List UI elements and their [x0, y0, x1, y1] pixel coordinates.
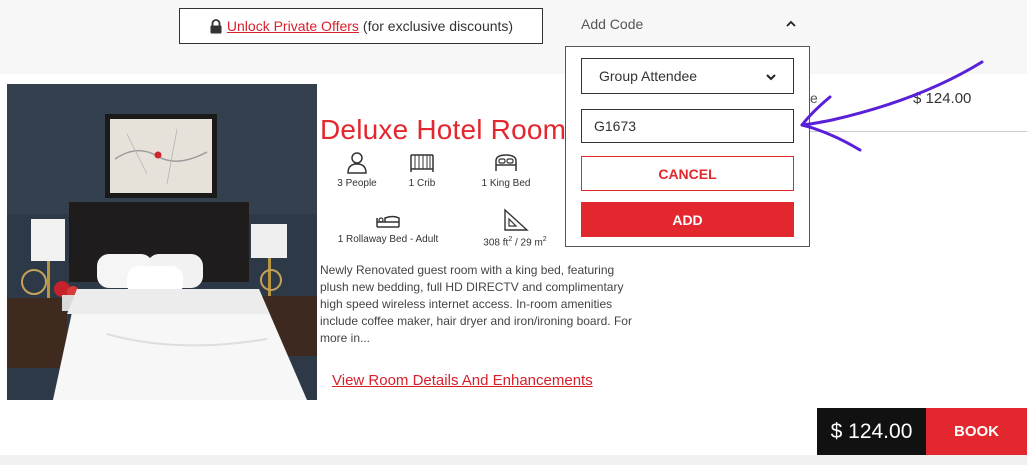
total-price: $ 124.00: [817, 408, 926, 455]
rate-divider: [808, 131, 1027, 132]
unlock-private-offers-link[interactable]: Unlock Private Offers: [227, 18, 359, 34]
amenity-label-sup: 2: [542, 236, 547, 243]
rate-price: $ 124.00: [913, 90, 972, 107]
amenity-label: 1 Crib: [408, 178, 436, 189]
add-code-panel: Group Attendee CANCEL ADD: [565, 46, 810, 247]
person-icon: [347, 152, 367, 174]
view-room-details-link[interactable]: View Room Details And Enhancements: [332, 372, 593, 389]
amenity-rollaway: 1 Rollaway Bed - Adult: [328, 210, 448, 245]
rate-name[interactable]: e: [810, 90, 818, 106]
crib-icon: [410, 154, 434, 172]
lock-icon: [210, 18, 222, 33]
room-size-icon: [504, 208, 529, 231]
amenity-bed: 1 King Bed: [478, 152, 534, 189]
add-code-toggle[interactable]: Add Code: [581, 16, 801, 38]
amenity-crib: 1 Crib: [402, 152, 442, 189]
promo-code-input[interactable]: [581, 109, 794, 143]
add-code-button[interactable]: ADD: [581, 202, 794, 237]
amenity-label: 3 People: [337, 178, 377, 189]
room-title[interactable]: Deluxe Hotel Room: [320, 114, 566, 146]
amenity-occupancy: 3 People: [331, 152, 383, 189]
code-type-value: Group Attendee: [599, 68, 698, 84]
room-photo-image: [7, 84, 317, 400]
amenity-label: / 29 m: [512, 237, 543, 249]
amenity-label: 1 Rollaway Bed - Adult: [337, 234, 439, 245]
code-type-select[interactable]: Group Attendee: [581, 58, 794, 94]
bed-icon: [495, 154, 517, 171]
amenity-room-size: 308 ft2 / 29 m2: [466, 208, 564, 248]
unlock-offers-box[interactable]: Unlock Private Offers (for exclusive dis…: [179, 8, 543, 44]
chevron-up-icon: [786, 20, 796, 27]
chevron-down-icon: [766, 74, 776, 81]
amenity-label: 308 ft: [483, 237, 509, 249]
amenity-label: 1 King Bed: [481, 178, 531, 189]
unlock-offers-note: (for exclusive discounts): [362, 18, 514, 34]
room-description: Newly Renovated guest room with a king b…: [320, 263, 632, 345]
cancel-button[interactable]: CANCEL: [581, 156, 794, 191]
room-photo[interactable]: [7, 84, 317, 400]
book-button[interactable]: BOOK: [926, 408, 1027, 455]
section-divider: [0, 455, 1027, 465]
add-code-label: Add Code: [581, 16, 644, 32]
rollaway-bed-icon: [376, 215, 400, 228]
